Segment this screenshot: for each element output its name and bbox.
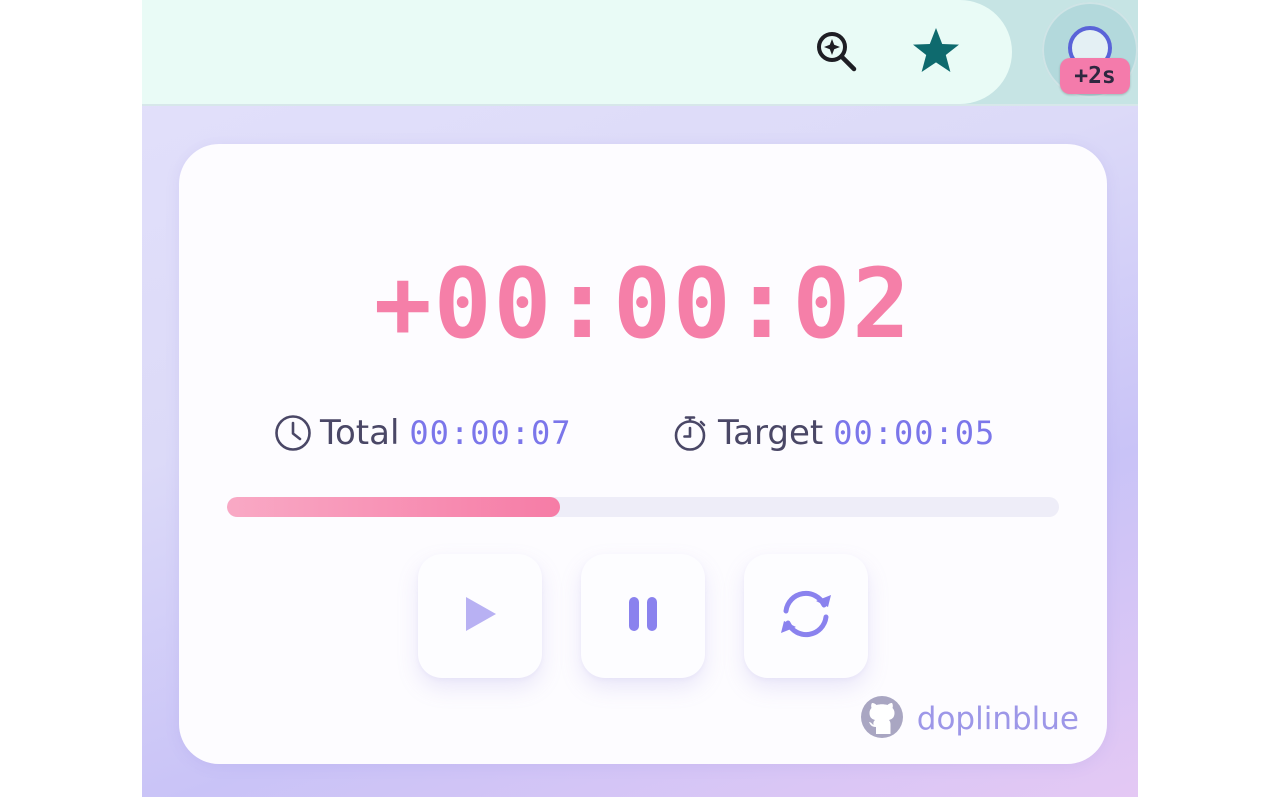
stopwatch-icon: [671, 413, 711, 453]
play-icon: [460, 594, 500, 638]
timer-extension-button[interactable]: +2s: [1042, 2, 1138, 98]
zoom-in-icon: [812, 27, 860, 79]
total-value: 00:00:07: [409, 414, 572, 452]
progress-bar-fill: [227, 497, 560, 517]
timer-controls: [179, 554, 1107, 680]
reset-icon: [776, 587, 836, 645]
target-value: 00:00:05: [833, 414, 996, 452]
pause-button[interactable]: [581, 554, 705, 678]
github-username: doplinblue: [916, 701, 1079, 737]
screen: +2s +00:00:02 Total 00:00:07 Target 00:0…: [142, 0, 1138, 797]
total-stat: Total 00:00:07: [273, 408, 572, 458]
star-icon: [910, 25, 962, 81]
github-icon: [859, 694, 905, 744]
elapsed-time-display: +00:00:02: [373, 248, 913, 360]
extension-badge: +2s: [1060, 58, 1130, 94]
timer-stats: Total 00:00:07 Target 00:00:05: [179, 408, 1107, 458]
address-bar[interactable]: [142, 0, 1012, 104]
play-button[interactable]: [418, 554, 542, 678]
clock-icon: [273, 413, 313, 453]
reset-button[interactable]: [744, 554, 868, 678]
github-credit-link[interactable]: doplinblue: [859, 694, 1079, 744]
pause-icon: [625, 594, 661, 638]
progress-bar: [227, 497, 1059, 517]
target-label: Target: [718, 413, 824, 453]
target-stat: Target 00:00:05: [671, 408, 995, 458]
browser-toolbar: +2s: [142, 0, 1138, 106]
total-label: Total: [320, 413, 400, 453]
zoom-button[interactable]: [808, 25, 864, 81]
timer-popup: +00:00:02 Total 00:00:07 Target 00:00:05…: [179, 144, 1107, 764]
bookmark-button[interactable]: [908, 25, 964, 81]
